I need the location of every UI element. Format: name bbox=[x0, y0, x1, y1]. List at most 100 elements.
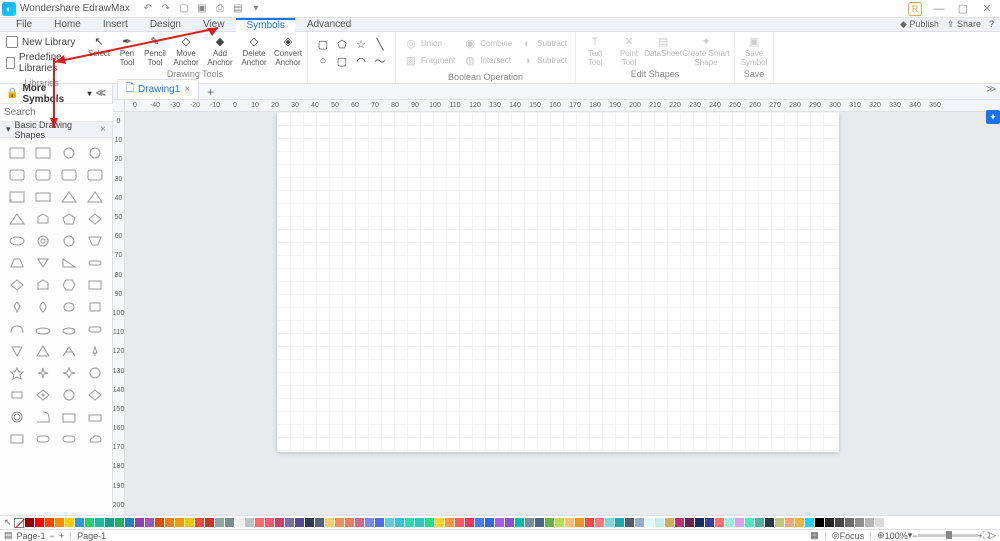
color-swatch[interactable] bbox=[435, 518, 444, 527]
color-swatch[interactable] bbox=[475, 518, 484, 527]
palette-shape[interactable] bbox=[32, 144, 54, 162]
palette-shape[interactable] bbox=[32, 166, 54, 184]
color-swatch[interactable] bbox=[125, 518, 134, 527]
palette-shape[interactable] bbox=[32, 254, 54, 272]
palette-shape[interactable] bbox=[84, 166, 106, 184]
color-swatch[interactable] bbox=[285, 518, 294, 527]
color-swatch[interactable] bbox=[415, 518, 424, 527]
color-swatch[interactable] bbox=[615, 518, 624, 527]
line-icon[interactable]: ╲ bbox=[372, 37, 388, 51]
tab-advanced[interactable]: Advanced bbox=[297, 18, 361, 32]
page-tab-label[interactable]: Page-1 bbox=[17, 531, 46, 541]
palette-shape[interactable] bbox=[6, 430, 28, 448]
palette-shape[interactable] bbox=[84, 320, 106, 338]
palette-shape[interactable] bbox=[6, 298, 28, 316]
color-swatch[interactable] bbox=[885, 518, 894, 527]
close-tab-icon[interactable]: × bbox=[184, 84, 190, 95]
eyedropper-icon[interactable]: ↖ bbox=[4, 517, 14, 528]
palette-shape[interactable] bbox=[6, 320, 28, 338]
color-swatch[interactable] bbox=[665, 518, 674, 527]
share-button[interactable]: ⇪ Share bbox=[947, 19, 981, 30]
palette-shape[interactable] bbox=[84, 364, 106, 382]
color-swatch[interactable] bbox=[255, 518, 264, 527]
grid-icon[interactable]: ▦ bbox=[810, 530, 819, 541]
redo-icon[interactable]: ↷ bbox=[160, 3, 172, 15]
color-swatch[interactable] bbox=[755, 518, 764, 527]
color-swatch[interactable] bbox=[645, 518, 654, 527]
tab-symbols[interactable]: Symbols bbox=[236, 18, 294, 32]
color-swatch[interactable] bbox=[295, 518, 304, 527]
palette-shape[interactable] bbox=[6, 342, 28, 360]
color-swatch[interactable] bbox=[785, 518, 794, 527]
color-swatch[interactable] bbox=[575, 518, 584, 527]
color-swatch[interactable] bbox=[45, 518, 54, 527]
palette-shape[interactable] bbox=[6, 254, 28, 272]
color-swatch[interactable] bbox=[855, 518, 864, 527]
palette-shape[interactable] bbox=[58, 408, 80, 426]
color-swatch[interactable] bbox=[25, 518, 34, 527]
color-swatch[interactable] bbox=[245, 518, 254, 527]
user-avatar[interactable]: R bbox=[908, 2, 922, 16]
color-swatch[interactable] bbox=[845, 518, 854, 527]
palette-shape[interactable] bbox=[58, 298, 80, 316]
tab-view[interactable]: View bbox=[193, 18, 235, 32]
color-swatch[interactable] bbox=[75, 518, 84, 527]
palette-shape[interactable] bbox=[58, 320, 80, 338]
color-swatch[interactable] bbox=[265, 518, 274, 527]
color-swatch[interactable] bbox=[825, 518, 834, 527]
color-swatch[interactable] bbox=[455, 518, 464, 527]
color-swatch[interactable] bbox=[165, 518, 174, 527]
pencil-tool-button[interactable]: ✎PencilTool bbox=[143, 34, 167, 67]
tab-design[interactable]: Design bbox=[140, 18, 191, 32]
color-swatch[interactable] bbox=[775, 518, 784, 527]
palette-shape[interactable] bbox=[84, 254, 106, 272]
palette-shape[interactable] bbox=[84, 188, 106, 206]
color-swatch[interactable] bbox=[305, 518, 314, 527]
palette-shape[interactable] bbox=[6, 386, 28, 404]
color-swatch[interactable] bbox=[875, 518, 884, 527]
palette-shape[interactable] bbox=[32, 364, 54, 382]
move-anchor-button[interactable]: ◇MoveAnchor bbox=[171, 34, 201, 67]
color-swatch[interactable] bbox=[135, 518, 144, 527]
palette-shape[interactable] bbox=[6, 232, 28, 250]
color-swatch[interactable] bbox=[365, 518, 374, 527]
color-swatch[interactable] bbox=[225, 518, 234, 527]
color-swatch[interactable] bbox=[695, 518, 704, 527]
color-swatch[interactable] bbox=[565, 518, 574, 527]
palette-shape[interactable] bbox=[6, 210, 28, 228]
color-swatch[interactable] bbox=[115, 518, 124, 527]
color-swatch[interactable] bbox=[505, 518, 514, 527]
pen-tool-button[interactable]: ✒PenTool bbox=[115, 34, 139, 67]
color-swatch[interactable] bbox=[635, 518, 644, 527]
save-icon[interactable]: ▣ bbox=[196, 3, 208, 15]
export-icon[interactable]: ▤ bbox=[232, 3, 244, 15]
color-swatch[interactable] bbox=[445, 518, 454, 527]
color-swatch[interactable] bbox=[385, 518, 394, 527]
color-swatch[interactable] bbox=[655, 518, 664, 527]
category-header[interactable]: ▾Basic Drawing Shapes × bbox=[0, 122, 112, 138]
palette-shape[interactable] bbox=[32, 298, 54, 316]
color-swatch[interactable] bbox=[375, 518, 384, 527]
canvas-viewport[interactable] bbox=[125, 112, 1000, 515]
palette-shape[interactable] bbox=[58, 386, 80, 404]
add-tab-button[interactable]: + bbox=[201, 85, 220, 99]
help-icon[interactable]: ? bbox=[989, 19, 994, 30]
palette-shape[interactable] bbox=[6, 276, 28, 294]
palette-shape[interactable] bbox=[6, 188, 28, 206]
color-swatch[interactable] bbox=[425, 518, 434, 527]
color-swatch[interactable] bbox=[235, 518, 244, 527]
color-swatch[interactable] bbox=[55, 518, 64, 527]
curve-icon[interactable]: ～ bbox=[372, 54, 388, 68]
color-swatch[interactable] bbox=[105, 518, 114, 527]
fit-icon[interactable]: ⊕ bbox=[877, 530, 885, 541]
prev-page-button[interactable]: − bbox=[50, 531, 55, 541]
color-swatch[interactable] bbox=[685, 518, 694, 527]
palette-shape[interactable] bbox=[6, 408, 28, 426]
color-swatch[interactable] bbox=[515, 518, 524, 527]
palette-shape[interactable] bbox=[6, 364, 28, 382]
color-swatch[interactable] bbox=[465, 518, 474, 527]
color-swatch[interactable] bbox=[815, 518, 824, 527]
color-swatch[interactable] bbox=[675, 518, 684, 527]
color-swatch[interactable] bbox=[335, 518, 344, 527]
color-swatch[interactable] bbox=[145, 518, 154, 527]
